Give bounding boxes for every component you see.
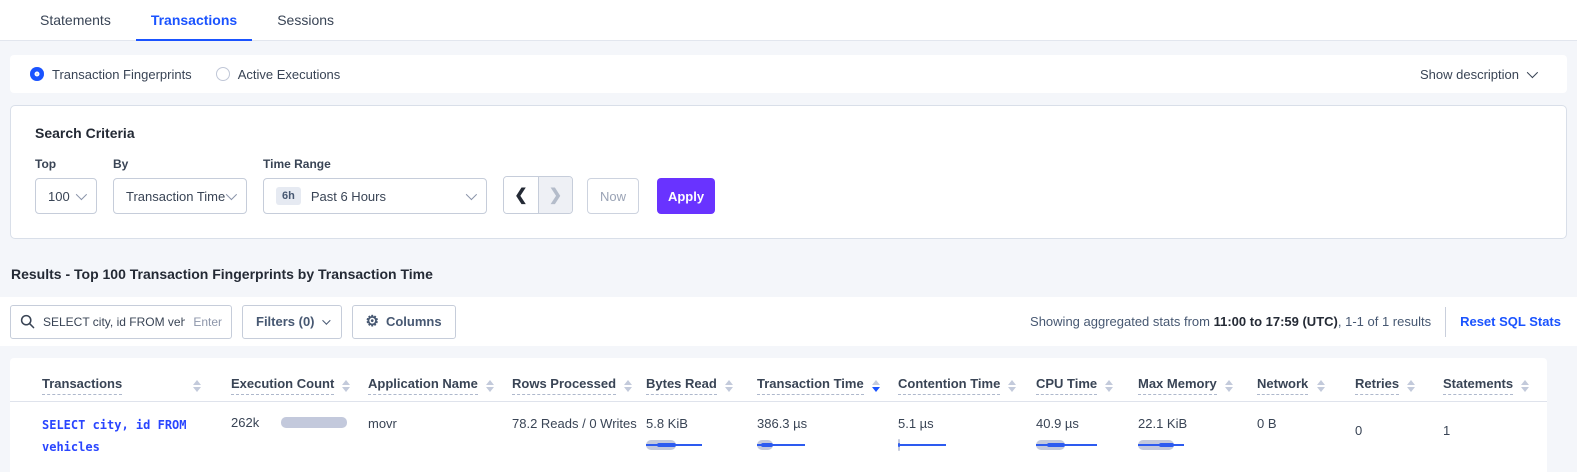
column-header-contention-time[interactable]: Contention Time (898, 376, 1000, 395)
time-range-label: Time Range (263, 157, 487, 171)
results-toolbar: Enter Filters (0) ⚙ Columns Showing aggr… (0, 297, 1577, 346)
divider (1445, 307, 1446, 337)
view-toggle-band: Transaction Fingerprints Active Executio… (10, 55, 1567, 93)
transaction-time-bar (757, 440, 823, 450)
chevron-down-icon (322, 316, 330, 324)
column-header-bytes-read[interactable]: Bytes Read (646, 376, 717, 395)
table-header-row: Transactions Execution Count Application… (10, 364, 1547, 402)
column-header-transactions[interactable]: Transactions (42, 376, 122, 395)
chevron-down-icon (76, 189, 87, 200)
time-range-value: Past 6 Hours (311, 189, 386, 204)
max-memory-value: 22.1 KiB (1138, 416, 1187, 431)
sort-icon[interactable] (342, 380, 350, 392)
top-label: Top (35, 157, 97, 171)
max-memory-bar (1138, 440, 1204, 450)
cpu-time-bar (1036, 440, 1102, 450)
show-description-label: Show description (1420, 67, 1519, 82)
sort-icon[interactable] (725, 380, 733, 392)
statements-value: 1 (1443, 423, 1450, 438)
top-select-value: 100 (48, 189, 70, 204)
reset-sql-stats-link[interactable]: Reset SQL Stats (1460, 314, 1565, 329)
network-value: 0 B (1257, 416, 1277, 431)
column-header-application-name[interactable]: Application Name (368, 376, 478, 395)
radio-active-executions[interactable]: Active Executions (216, 67, 341, 82)
search-box: Enter (10, 305, 232, 339)
radio-icon (216, 67, 230, 81)
sort-icon[interactable] (624, 380, 632, 392)
transactions-table: Transactions Execution Count Application… (10, 364, 1547, 472)
now-button[interactable]: Now (587, 178, 639, 214)
sort-icon[interactable] (193, 380, 201, 392)
bytes-read-value: 5.8 KiB (646, 416, 688, 431)
columns-button[interactable]: ⚙ Columns (352, 305, 456, 339)
application-name-value: movr (368, 416, 397, 431)
column-header-max-memory[interactable]: Max Memory (1138, 376, 1217, 395)
by-select[interactable]: Transaction Time (113, 178, 247, 214)
bytes-read-bar (646, 440, 712, 450)
column-header-statements[interactable]: Statements (1443, 376, 1513, 395)
by-field: By Transaction Time (113, 157, 247, 214)
cpu-time-value: 40.9 µs (1036, 416, 1079, 431)
chevron-down-icon (226, 189, 237, 200)
sort-icon[interactable] (1225, 380, 1233, 392)
filters-label: Filters (0) (256, 314, 315, 329)
chevron-down-icon (1527, 67, 1538, 78)
stats-time-range: 11:00 to 17:59 (UTC) (1214, 314, 1338, 329)
transaction-time-value: 386.3 µs (757, 416, 807, 431)
time-range-select[interactable]: 6h Past 6 Hours (263, 178, 487, 214)
column-header-network[interactable]: Network (1257, 376, 1308, 395)
search-criteria-title: Search Criteria (35, 125, 1542, 141)
page-tabs: Statements Transactions Sessions (0, 0, 1577, 41)
radio-label: Transaction Fingerprints (52, 67, 192, 82)
top-field: Top 100 (35, 157, 97, 214)
search-criteria-card: Search Criteria Top 100 By Transaction T… (10, 105, 1567, 239)
show-description-toggle[interactable]: Show description (1420, 67, 1547, 82)
sort-icon[interactable] (1105, 380, 1113, 392)
next-time-window-button[interactable]: ❯ (538, 177, 572, 213)
retries-value: 0 (1355, 423, 1362, 438)
column-header-cpu-time[interactable]: CPU Time (1036, 376, 1097, 395)
top-select[interactable]: 100 (35, 178, 97, 214)
search-icon (20, 314, 35, 329)
sort-icon[interactable] (1521, 380, 1529, 392)
column-header-retries[interactable]: Retries (1355, 376, 1399, 395)
radio-icon (30, 67, 44, 81)
prev-time-window-button[interactable]: ❮ (504, 177, 538, 213)
radio-label: Active Executions (238, 67, 341, 82)
results-heading: Results - Top 100 Transaction Fingerprin… (11, 266, 1577, 282)
column-header-rows-processed[interactable]: Rows Processed (512, 376, 616, 395)
chevron-down-icon (466, 189, 477, 200)
aggregated-stats-note: Showing aggregated stats from 11:00 to 1… (1030, 314, 1431, 329)
columns-label: Columns (386, 314, 442, 329)
column-header-execution-count[interactable]: Execution Count (231, 376, 334, 395)
table-row: SELECT city, id FROM vehicles 262k movr … (10, 402, 1547, 472)
radio-transaction-fingerprints[interactable]: Transaction Fingerprints (30, 67, 192, 82)
contention-time-bar (898, 440, 964, 450)
transaction-fingerprint-link[interactable]: SELECT city, id FROM vehicles (42, 418, 187, 454)
results-table-card: Transactions Execution Count Application… (10, 358, 1547, 472)
time-range-field: Time Range 6h Past 6 Hours (263, 157, 487, 214)
sort-icon[interactable] (1317, 380, 1325, 392)
time-window-arrows: ❮ ❯ (503, 176, 573, 214)
execution-count-value: 262k (231, 415, 259, 430)
gear-icon: ⚙ (366, 314, 379, 329)
enter-hint: Enter (193, 315, 222, 329)
time-range-badge: 6h (276, 187, 301, 205)
sort-icon[interactable] (872, 380, 880, 392)
rows-processed-value: 78.2 Reads / 0 Writes (512, 416, 637, 431)
contention-time-value: 5.1 µs (898, 416, 934, 431)
tab-statements[interactable]: Statements (25, 1, 126, 40)
apply-button[interactable]: Apply (657, 178, 715, 214)
column-header-transaction-time[interactable]: Transaction Time (757, 376, 864, 395)
sort-icon[interactable] (1008, 380, 1016, 392)
by-label: By (113, 157, 247, 171)
filters-button[interactable]: Filters (0) (242, 305, 342, 339)
sort-icon[interactable] (1407, 380, 1415, 392)
execution-count-bar (281, 417, 347, 428)
sort-icon[interactable] (486, 380, 494, 392)
tab-transactions[interactable]: Transactions (136, 1, 252, 40)
tab-sessions[interactable]: Sessions (262, 1, 349, 40)
by-select-value: Transaction Time (126, 189, 225, 204)
